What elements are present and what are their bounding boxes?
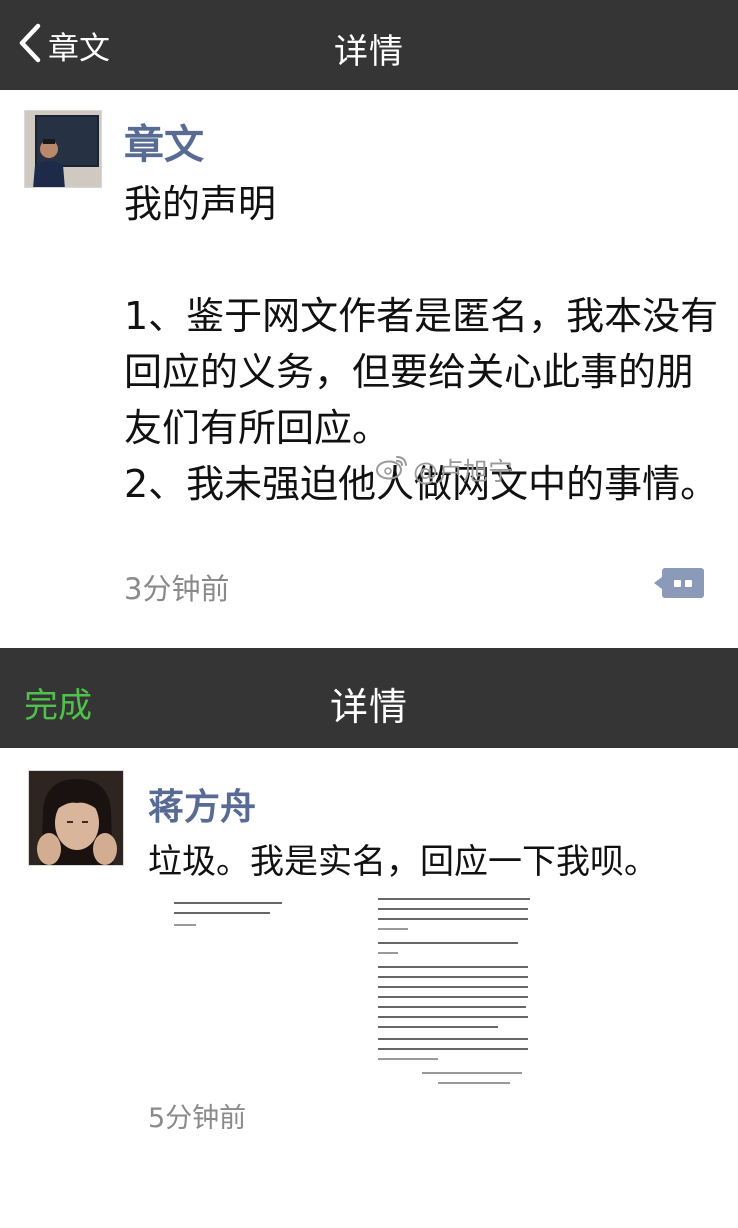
avatar[interactable]	[28, 770, 124, 866]
watermark-handle: @卢旭宁	[413, 457, 514, 486]
post-timestamp: 3分钟前	[124, 572, 230, 606]
page-title: 详情	[329, 685, 408, 729]
author-name[interactable]: 章文	[124, 112, 204, 170]
comment-icon[interactable]	[654, 568, 704, 598]
weibo-icon	[375, 453, 413, 487]
attached-image-2[interactable]	[362, 888, 542, 1088]
navigation-bar: 章文 详情	[0, 0, 738, 90]
navigation-bar: 完成 详情	[0, 648, 738, 748]
watermark: @卢旭宁	[375, 452, 513, 488]
avatar[interactable]	[24, 110, 102, 188]
page-title: 详情	[334, 32, 404, 72]
post-timestamp: 5分钟前	[148, 1103, 247, 1134]
post-text: 垃圾。我是实名，回应一下我呗。	[148, 842, 658, 882]
author-name[interactable]: 蒋方舟	[148, 778, 256, 830]
moment-detail-screen-2: 完成 详情 蒋方舟 垃圾。我是实名，回应一下我呗。 5分钟前	[0, 648, 738, 1228]
moment-detail-screen-1: 章文 详情 章文 我的声明 1、鉴于网文作者是匿名，我本没有回应的义务，但要给关…	[0, 0, 738, 648]
attached-image-1[interactable]	[148, 888, 338, 1088]
